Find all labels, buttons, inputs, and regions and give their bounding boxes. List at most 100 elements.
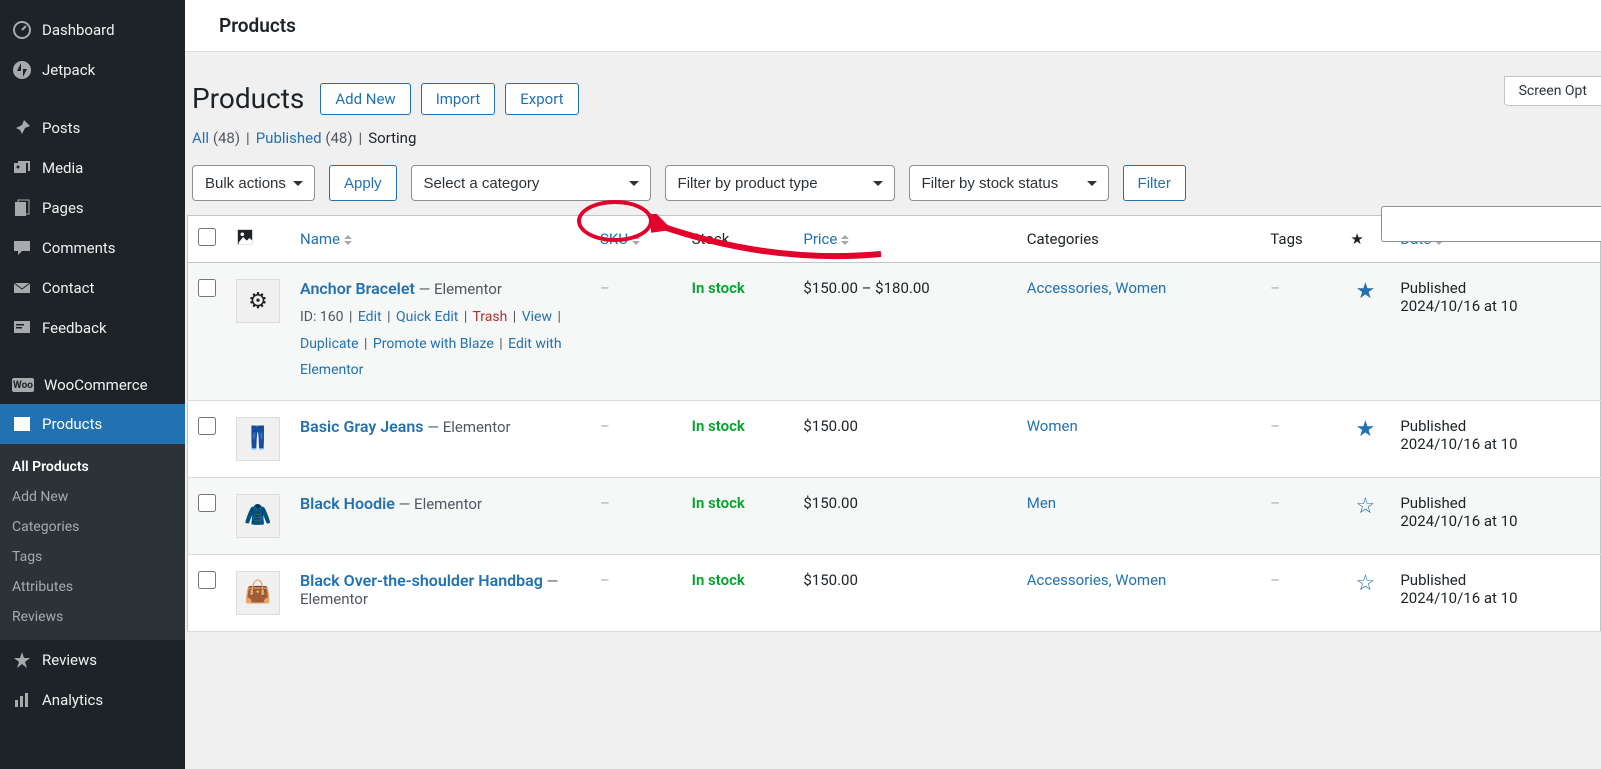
media-icon	[12, 158, 32, 178]
name-column-header[interactable]: Name	[290, 216, 590, 263]
dashboard-icon	[12, 20, 32, 40]
star-outline-icon: ☆	[1355, 494, 1375, 519]
sidebar-item-contact[interactable]: Contact	[0, 268, 185, 308]
product-title-link[interactable]: Anchor Bracelet	[300, 279, 415, 298]
submenu-attributes[interactable]: Attributes	[0, 572, 185, 602]
star-filled-icon: ★	[1355, 417, 1375, 442]
export-button[interactable]: Export	[505, 83, 578, 115]
product-thumbnail[interactable]: 👖	[236, 417, 280, 461]
duplicate-link[interactable]: Duplicate	[300, 336, 359, 352]
product-type-filter-select[interactable]: Filter by product type	[665, 165, 895, 201]
view-sorting[interactable]: Sorting	[368, 129, 416, 147]
star-outline-icon: ☆	[1355, 571, 1375, 596]
sidebar-item-reviews[interactable]: Reviews	[0, 640, 185, 680]
row-checkbox[interactable]	[198, 571, 216, 589]
sidebar-item-label: Products	[42, 415, 102, 433]
quick-edit-link[interactable]: Quick Edit	[396, 309, 458, 325]
tags-value: –	[1270, 571, 1280, 589]
date-cell: Published2024/10/16 at 10	[1390, 400, 1600, 477]
topbar-title: Products	[219, 14, 1567, 37]
tags-column-header: Tags	[1260, 216, 1340, 263]
submenu-tags[interactable]: Tags	[0, 542, 185, 572]
categories-column-header: Categories	[1017, 216, 1261, 263]
builder-label: — Elementor	[427, 418, 510, 436]
product-title-link[interactable]: Black Over-the-shoulder Handbag	[300, 571, 543, 590]
tags-value: –	[1270, 279, 1280, 297]
price-value: $150.00	[793, 477, 1016, 554]
apply-button[interactable]: Apply	[329, 165, 397, 201]
sidebar-item-comments[interactable]: Comments	[0, 228, 185, 268]
sidebar-item-woocommerce[interactable]: WooWooCommerce	[0, 366, 185, 404]
date-cell: Published2024/10/16 at 10	[1390, 477, 1600, 554]
sort-icon	[841, 235, 849, 245]
sku-value: –	[600, 494, 610, 512]
view-filters: All (48) | Published (48) | Sorting	[192, 129, 1601, 147]
promote-link[interactable]: Promote with Blaze	[373, 336, 494, 352]
tags-value: –	[1270, 494, 1280, 512]
category-filter-select[interactable]: Select a category	[411, 165, 651, 201]
pin-icon	[12, 118, 32, 138]
sidebar-item-products[interactable]: Products	[0, 404, 185, 444]
stock-status: In stock	[692, 571, 745, 589]
category-link[interactable]: Men	[1027, 494, 1056, 512]
bulk-actions-select[interactable]: Bulk actions	[192, 165, 315, 201]
sidebar-item-pages[interactable]: Pages	[0, 188, 185, 228]
sidebar-item-analytics[interactable]: Analytics	[0, 680, 185, 720]
admin-sidebar: Dashboard Jetpack Posts Media Pages Comm…	[0, 0, 185, 769]
products-table: Name SKU Stock Price Categories Tags ★ D…	[187, 215, 1601, 632]
sidebar-item-feedback[interactable]: Feedback	[0, 308, 185, 348]
sidebar-item-media[interactable]: Media	[0, 148, 185, 188]
category-link[interactable]: Accessories, Women	[1027, 571, 1167, 589]
filter-button[interactable]: Filter	[1123, 165, 1186, 201]
sidebar-item-label: Pages	[42, 199, 84, 217]
submenu-reviews[interactable]: Reviews	[0, 602, 185, 632]
category-link[interactable]: Accessories, Women	[1027, 279, 1167, 297]
pages-icon	[12, 198, 32, 218]
product-thumbnail[interactable]: 🧥	[236, 494, 280, 538]
product-thumbnail[interactable]: 👜	[236, 571, 280, 615]
sidebar-item-label: Analytics	[42, 691, 103, 709]
add-new-button[interactable]: Add New	[320, 83, 410, 115]
stock-status: In stock	[692, 494, 745, 512]
stock-status-filter-select[interactable]: Filter by stock status	[909, 165, 1109, 201]
top-bar: Products	[185, 0, 1601, 52]
submenu-all-products[interactable]: All Products	[0, 452, 185, 482]
sidebar-item-jetpack[interactable]: Jetpack	[0, 50, 185, 90]
featured-toggle[interactable]: ☆	[1340, 554, 1390, 631]
sku-value: –	[600, 571, 610, 589]
sidebar-item-posts[interactable]: Posts	[0, 108, 185, 148]
category-link[interactable]: Women	[1027, 417, 1078, 435]
featured-toggle[interactable]: ☆	[1340, 477, 1390, 554]
trash-link[interactable]: Trash	[472, 309, 507, 325]
row-checkbox[interactable]	[198, 279, 216, 297]
submenu-add-new[interactable]: Add New	[0, 482, 185, 512]
row-checkbox[interactable]	[198, 417, 216, 435]
sidebar-item-label: WooCommerce	[44, 376, 148, 394]
product-thumbnail[interactable]: ⚙	[236, 279, 280, 323]
sidebar-item-label: Posts	[42, 119, 80, 137]
select-all-checkbox[interactable]	[198, 228, 216, 246]
sidebar-item-dashboard[interactable]: Dashboard	[0, 10, 185, 50]
page-title: Products	[192, 82, 304, 115]
star-icon: ★	[1350, 230, 1363, 248]
price-column-header[interactable]: Price	[793, 216, 1016, 263]
sku-column-header[interactable]: SKU	[590, 216, 682, 263]
sidebar-item-label: Jetpack	[42, 61, 95, 79]
product-title-link[interactable]: Basic Gray Jeans	[300, 417, 424, 436]
search-input[interactable]	[1381, 206, 1601, 242]
view-published[interactable]: Published	[256, 129, 322, 147]
import-button[interactable]: Import	[421, 83, 496, 115]
edit-link[interactable]: Edit	[358, 309, 382, 325]
row-actions: ID: 160 | Edit | Quick Edit | Trash | Vi…	[300, 304, 580, 384]
feedback-icon	[12, 318, 32, 338]
view-all[interactable]: All	[192, 129, 209, 147]
price-value: $150.00 – $180.00	[793, 263, 1016, 401]
view-link[interactable]: View	[522, 309, 552, 325]
products-submenu: All Products Add New Categories Tags Att…	[0, 444, 185, 640]
featured-toggle[interactable]: ★	[1340, 263, 1390, 401]
submenu-categories[interactable]: Categories	[0, 512, 185, 542]
featured-toggle[interactable]: ★	[1340, 400, 1390, 477]
row-checkbox[interactable]	[198, 494, 216, 512]
sidebar-item-label: Comments	[42, 239, 116, 257]
product-title-link[interactable]: Black Hoodie	[300, 494, 395, 513]
